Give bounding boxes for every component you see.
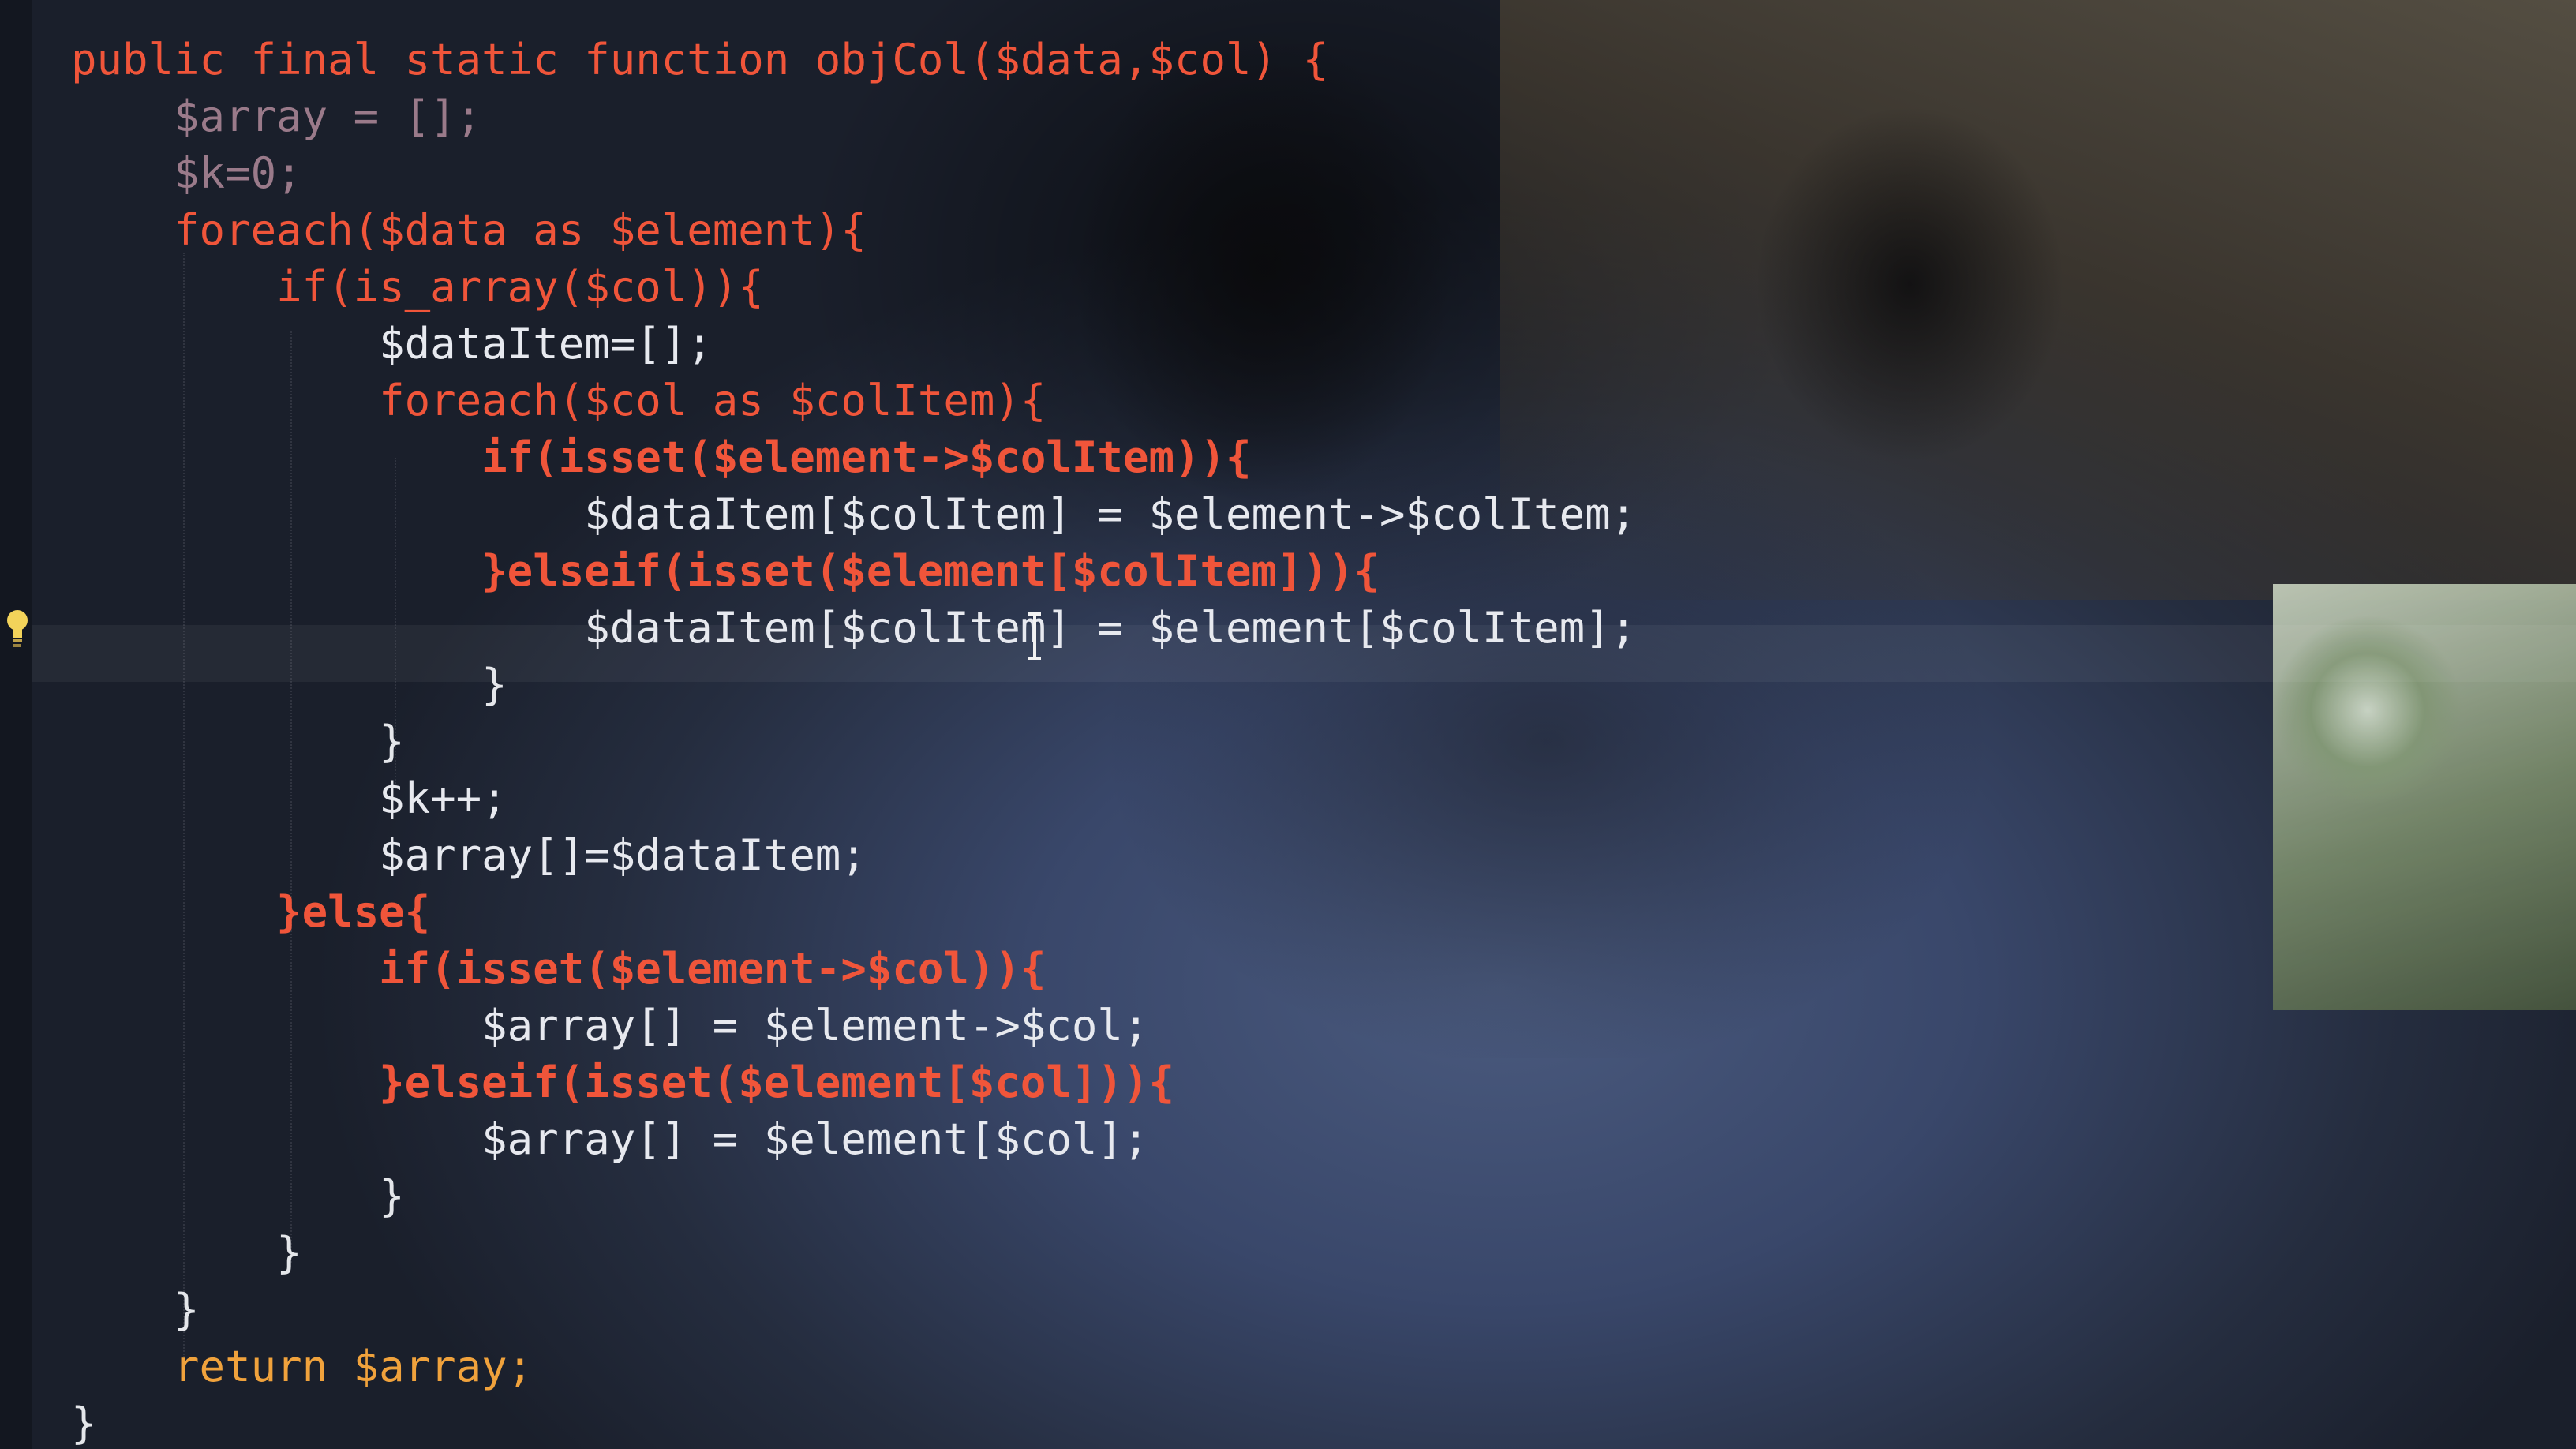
code-line[interactable]: return $array; [71,1339,533,1395]
code-line[interactable]: } [71,1225,302,1282]
code-line[interactable]: if(is_array($col)){ [71,259,764,316]
code-line[interactable]: foreach($col as $colItem){ [71,373,1046,429]
code-line[interactable]: $array[]=$dataItem; [71,827,867,884]
keyword-token: public final static function objCol($dat… [71,35,1329,84]
code-line[interactable]: public final static function objCol($dat… [71,32,1328,88]
code-line[interactable]: }else{ [71,884,430,941]
code-line[interactable]: foreach($data as $element){ [71,202,867,259]
lightbulb-icon[interactable] [5,608,30,649]
code-line[interactable]: } [71,1168,405,1225]
code-line[interactable]: }elseif(isset($element[$col])){ [71,1054,1174,1111]
code-line[interactable]: } [71,1282,200,1339]
code-line[interactable]: $dataItem[$colItem] = $element->$colItem… [71,486,1636,543]
code-line[interactable]: } [71,1395,97,1449]
code-line[interactable]: $array = []; [71,88,481,145]
code-line[interactable]: $k++; [71,770,507,827]
editor-gutter [0,0,32,1449]
code-line[interactable]: $array[] = $element->$col; [71,998,1148,1054]
code-line[interactable]: if(isset($element->$col)){ [71,941,1046,998]
code-line[interactable]: $dataItem[$colItem] = $element[$colItem]… [71,600,1636,657]
code-line[interactable]: $k=0; [71,145,302,202]
i-beam-cursor-icon [1028,612,1041,660]
code-line[interactable]: if(isset($element->$colItem)){ [71,429,1251,486]
code-line[interactable]: $array[] = $element[$col]; [71,1111,1148,1168]
code-editor-screen: public final static function objCol($dat… [0,0,2576,1449]
code-line[interactable]: }elseif(isset($element[$colItem])){ [71,543,1380,600]
code-line[interactable]: } [71,657,507,713]
code-line[interactable]: $dataItem=[]; [71,316,713,373]
code-line[interactable]: } [71,713,405,770]
